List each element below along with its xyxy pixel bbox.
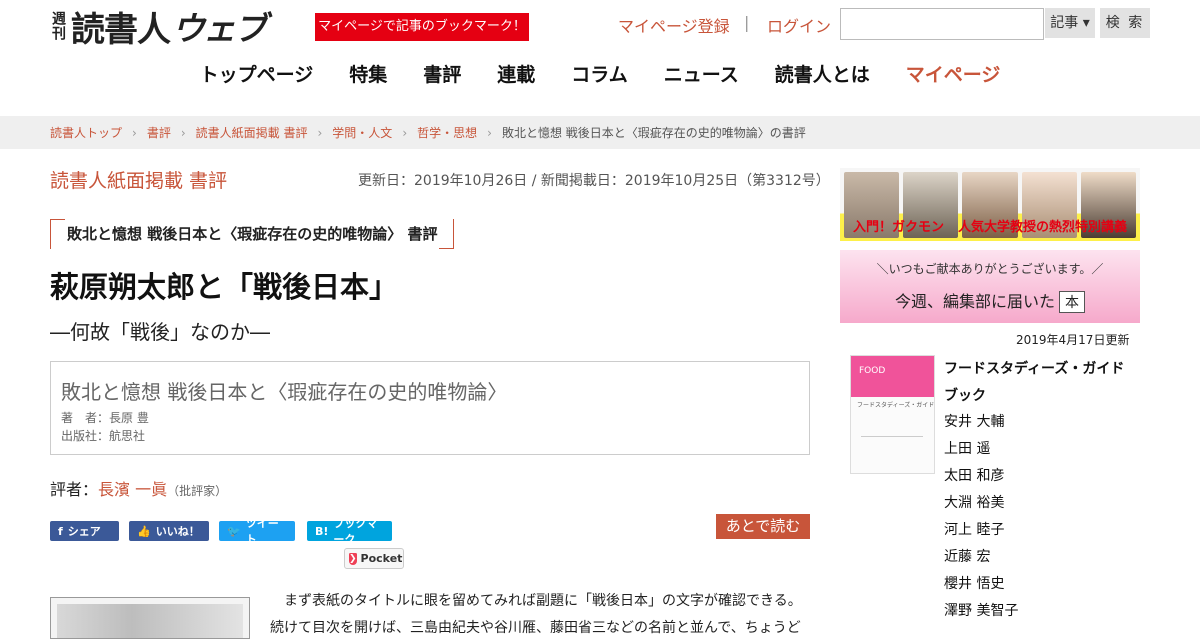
breadcrumb-item[interactable]: 読書人トップ [50,124,122,141]
banner-thanks-text: ＼いつもご献本ありがとうございます。／ [876,262,1104,276]
logo-main: 読書人 [71,9,171,50]
list-item: 河上 睦子 [944,522,1005,538]
twitter-bird-icon: 🐦 [227,524,241,538]
nav-item-reviews[interactable]: 書評 [405,60,479,90]
nav-item-about[interactable]: 読書人とは [757,60,888,90]
hatena-bookmark-button[interactable]: B! ブックマーク [307,517,392,546]
breadcrumb-item[interactable]: 学問・人文 [332,124,392,141]
hatena-bookmark-label: ブックマーク [333,517,378,546]
facebook-icon: f [58,524,63,538]
nav-item-columns[interactable]: コラム [553,60,645,90]
twitter-tweet-label: ツイート [245,517,279,546]
thumbs-up-icon: 👍 [137,524,151,538]
chevron-right-icon: › [402,125,408,140]
received-books-banner[interactable]: ＼いつもご献本ありがとうございます。／ 今週、編集部に届いた本 [840,250,1140,323]
logo-weekly: 週刊 [50,11,66,41]
nav-item-series[interactable]: 連載 [479,60,553,90]
chevron-right-icon: › [487,125,492,140]
list-item: 大淵 裕美 [944,495,1005,511]
nav-item-features[interactable]: 特集 [331,60,405,90]
reviewer-role: （批評家） [167,484,228,498]
read-later-button[interactable]: あとで読む [716,514,810,539]
list-item: 安井 大輔 [944,414,1005,430]
search-input[interactable] [840,8,1044,40]
hatena-icon: B! [315,524,329,538]
article-headline: 萩原朔太郎と「戦後日本」 [50,270,399,304]
list-item: 澤野 美智子 [944,603,1019,619]
book-title[interactable]: 敗北と憶想 戦後日本と〈瑕疵存在の史的唯物論〉 [61,376,507,405]
section-label[interactable]: 読書人紙面掲載 書評 [50,166,227,193]
chevron-right-icon: › [180,125,186,140]
banner-caption-right: 人気大学教授の熱烈特別講義 [958,220,1128,235]
reviewer: 評者：長濱 一眞（批評家） [50,476,227,500]
breadcrumb-item[interactable]: 読書人紙面掲載 書評 [196,124,308,141]
mypage-bookmark-badge[interactable]: マイページで記事のブックマーク！ [315,13,529,41]
logo-web: ウェブ [172,9,267,48]
chevron-right-icon: › [132,125,137,140]
book-icon: 本 [1059,291,1085,313]
pocket-label: Pocket [360,552,403,565]
list-item: 太田 和彦 [944,468,1005,484]
list-item: 近藤 宏 [944,549,991,565]
body-paragraph: 続けて目次を開けば、三島由紀夫や谷川雁、藤田省三などの名前と並んで、ちょうど [270,620,801,636]
login-link[interactable]: ログイン [767,13,831,37]
mypage-register-link[interactable]: マイページ登録 [618,13,730,37]
article-kicker: 敗北と憶想 戦後日本と〈瑕疵存在の史的唯物論〉 書評 [50,219,455,249]
twitter-tweet-button[interactable]: 🐦 ツイート [219,517,295,546]
book-cover-thumbnail[interactable] [50,597,250,639]
breadcrumb: 読書人トップ › 書評 › 読書人紙面掲載 書評 › 学問・人文 › 哲学・思想… [50,116,806,149]
facebook-like-label: いいね！ [155,525,200,538]
reviewer-prefix: 評者： [50,480,99,499]
search-category-select[interactable]: 記事 ▾ [1045,8,1095,38]
article-body: まず表紙のタイトルに眼を留めてみれば副題に「戦後日本」の文字が確認できる。 続け… [270,588,810,642]
gakumon-banner[interactable]: 入門！ガクモン 人気大学教授の熱烈特別講義 [840,168,1140,241]
facebook-share-label: シェア [67,525,101,538]
sidebar-author-list: 安井 大輔 上田 遥 太田 和彦 大淵 裕美 河上 睦子 近藤 宏 櫻井 悟史 … [944,409,1018,625]
article-subhead: ―何故「戦後」なのか― [50,320,270,344]
nav-item-mypage[interactable]: マイページ [888,60,1019,90]
article-dates: 更新日：2019年10月26日 / 新聞掲載日：2019年10月25日（第331… [358,173,830,189]
pocket-icon: ❯ [349,552,357,565]
sidebar-updated-date: 2019年4月17日更新 [1016,333,1130,347]
list-item: 上田 遥 [944,441,991,457]
reviewer-name[interactable]: 長濱 一眞 [98,480,167,499]
breadcrumb-item[interactable]: 哲学・思想 [417,124,477,141]
banner-main-label: 今週、編集部に届いた [894,292,1055,311]
breadcrumb-current: 敗北と憶想 戦後日本と〈瑕疵存在の史的唯物論〉の書評 [501,126,806,140]
nav-item-news[interactable]: ニュース [646,60,757,90]
global-nav: トップページ 特集 書評 連載 コラム ニュース 読書人とは マイページ [180,60,1020,90]
book-publisher: 出版社：航思社 [61,429,146,443]
header-separator: | [744,13,750,32]
facebook-share-button[interactable]: f シェア [50,521,119,541]
banner-caption-left: 入門！ガクモン [852,220,944,235]
nav-item-top[interactable]: トップページ [182,60,332,90]
facebook-like-button[interactable]: 👍 いいね！ [129,521,209,541]
book-author: 著 者：長原 豊 [61,411,149,425]
sidebar-book-cover[interactable]: FOOD フードスタディーズ・ガイドブック [850,355,935,474]
list-item: 櫻井 悟史 [944,576,1005,592]
banner-caption: 入門！ガクモン 人気大学教授の熱烈特別講義 [840,216,1140,235]
chevron-right-icon: › [317,125,323,140]
breadcrumb-item[interactable]: 書評 [147,124,171,141]
body-paragraph: まず表紙のタイトルに眼を留めてみれば副題に「戦後日本」の文字が確認できる。 [270,593,802,609]
site-logo[interactable]: 週刊 読書人 ウェブ [50,6,300,50]
sidebar-book-title[interactable]: フードスタディーズ・ガイドブック [944,356,1134,410]
search-button[interactable]: 検 索 [1100,8,1150,38]
pocket-button[interactable]: ❯ Pocket [344,548,404,569]
banner-main-text: 今週、編集部に届いた本 [840,288,1140,313]
